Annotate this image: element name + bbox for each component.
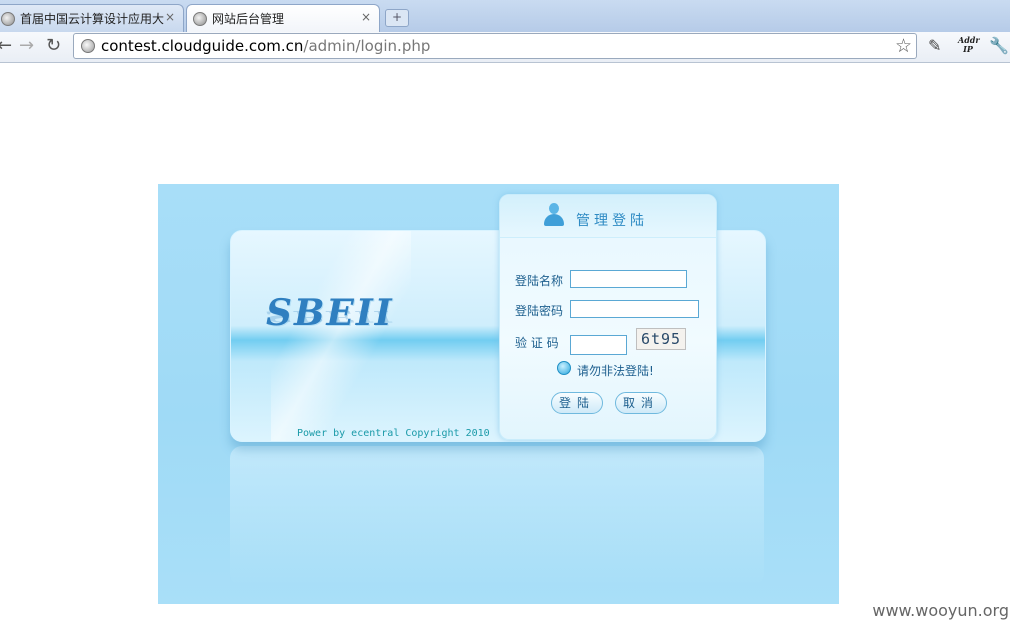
card-title: 管理登陆: [576, 213, 648, 229]
browser-toolbar: ← → ↻ contest.cloudguide.com.cn/admin/lo…: [0, 32, 1010, 63]
watermark-text: www.wooyun.org: [872, 601, 1009, 620]
new-tab-button[interactable]: +: [385, 9, 409, 27]
warning-icon: [557, 361, 571, 375]
card-header: 管理登陆: [500, 195, 716, 238]
username-input[interactable]: [570, 270, 687, 288]
forward-icon[interactable]: →: [19, 35, 34, 56]
cancel-button[interactable]: 取消: [615, 392, 667, 414]
login-background: SBEII SBEII Power by ecentral Copyright …: [158, 184, 839, 604]
login-card: 管理登陆 登陆名称 登陆密码 验 证 码 6t95 请勿非法登陆! 登陆 取消: [499, 194, 717, 440]
username-label: 登陆名称: [515, 274, 564, 288]
reload-icon[interactable]: ↻: [46, 35, 61, 56]
captcha-label: 验 证 码: [515, 336, 559, 350]
password-label: 登陆密码: [515, 304, 564, 318]
tab-title: 首届中国云计算设计应用大: [20, 12, 165, 26]
login-button[interactable]: 登陆: [551, 392, 603, 414]
back-icon[interactable]: ←: [0, 35, 12, 56]
panel-reflection: [230, 446, 764, 586]
bookmark-star-icon[interactable]: ☆: [895, 35, 912, 57]
address-bar[interactable]: contest.cloudguide.com.cn/admin/login.ph…: [73, 33, 917, 59]
captcha-input[interactable]: [570, 335, 627, 355]
brand-logo-reflection: SBEII: [266, 307, 394, 326]
close-icon[interactable]: ×: [361, 10, 371, 24]
warning-text: 请勿非法登陆!: [577, 364, 654, 378]
tab-active[interactable]: 网站后台管理 ×: [186, 4, 380, 32]
url-path: /admin/login.php: [303, 37, 431, 55]
copyright-text: Power by ecentral Copyright 2010: [297, 428, 490, 439]
user-icon: [543, 203, 565, 227]
addr-ip-extension-icon[interactable]: Addr IP: [958, 36, 980, 54]
globe-icon: [1, 11, 15, 26]
globe-icon: [193, 11, 207, 26]
tab-strip: 首届中国云计算设计应用大 × 网站后台管理 × +: [0, 0, 1010, 32]
close-icon[interactable]: ×: [165, 10, 175, 24]
globe-icon: [81, 39, 95, 53]
tab-title: 网站后台管理: [212, 12, 285, 26]
gloss-highlight: [271, 231, 411, 441]
captcha-image[interactable]: 6t95: [636, 328, 686, 350]
pen-icon[interactable]: ✎: [928, 36, 941, 55]
url-host: contest.cloudguide.com.cn: [101, 37, 304, 55]
tab-inactive[interactable]: 首届中国云计算设计应用大 ×: [0, 4, 184, 32]
wrench-icon[interactable]: 🔧: [989, 36, 1009, 55]
password-input[interactable]: [570, 300, 699, 318]
